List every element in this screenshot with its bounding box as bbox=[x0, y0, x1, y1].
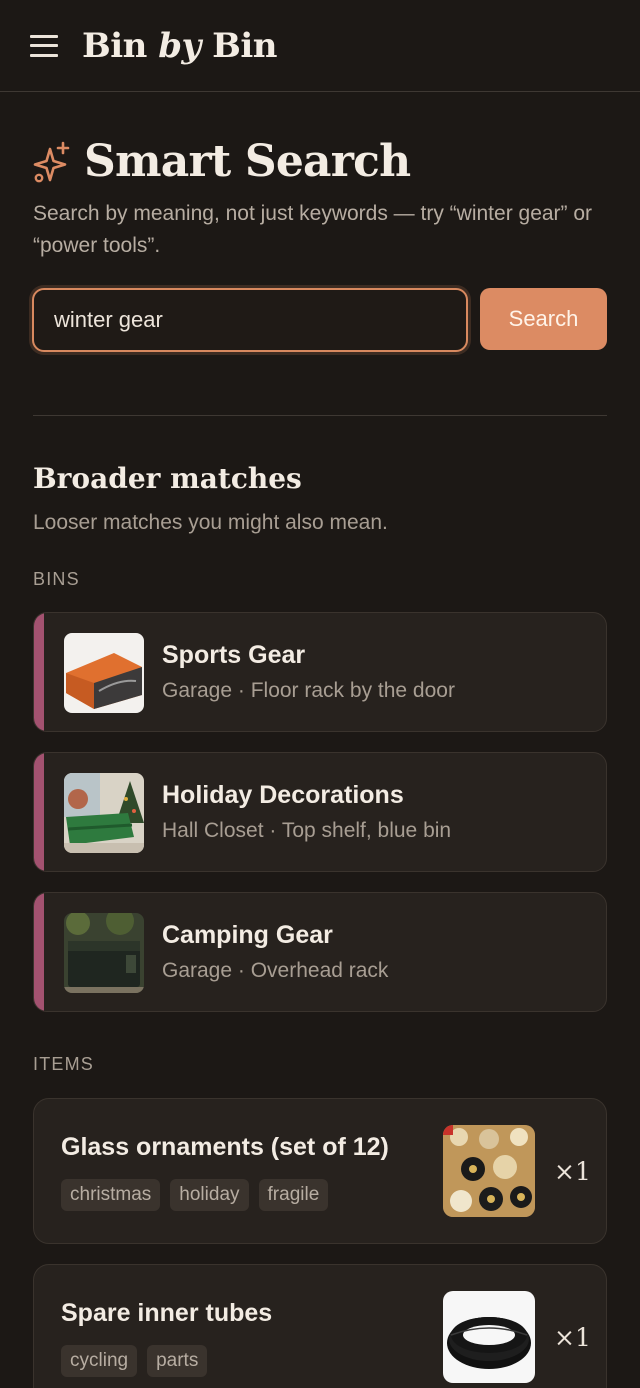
bin-accent-stripe bbox=[34, 613, 44, 731]
tag[interactable]: parts bbox=[147, 1345, 208, 1377]
bin-accent-stripe bbox=[34, 753, 44, 871]
items-label: ITEMS bbox=[33, 1054, 95, 1074]
item-card[interactable]: Spare inner tubes cycling parts ×1 bbox=[33, 1264, 607, 1388]
bin-location: Hall Closet · Top shelf, blue bin bbox=[162, 819, 452, 842]
bin-name: Sports Gear bbox=[162, 641, 306, 669]
bin-card[interactable]: Camping Gear Garage · Overhead rack bbox=[33, 892, 607, 1012]
tag[interactable]: cycling bbox=[61, 1345, 138, 1377]
bin-location: Garage · Floor rack by the door bbox=[162, 679, 455, 702]
bin-name: Camping Gear bbox=[162, 921, 333, 949]
item-quantity: ×1 bbox=[554, 1323, 591, 1352]
brand-logo[interactable]: Bin by Bin bbox=[82, 26, 277, 66]
tag[interactable]: fragile bbox=[258, 1179, 329, 1211]
item-name: Spare inner tubes bbox=[61, 1299, 273, 1327]
search-input[interactable] bbox=[32, 288, 468, 352]
page-title: Smart Search bbox=[84, 136, 411, 187]
top-bar: Bin by Bin bbox=[0, 0, 640, 92]
item-quantity: ×1 bbox=[554, 1157, 591, 1186]
bin-name: Holiday Decorations bbox=[162, 781, 404, 809]
hamburger-icon[interactable] bbox=[30, 34, 58, 57]
bin-card[interactable]: Sports Gear Garage · Floor rack by the d… bbox=[33, 612, 607, 732]
sparkle-icon bbox=[33, 141, 70, 182]
tag-list: cycling parts bbox=[61, 1345, 208, 1377]
item-card[interactable]: Glass ornaments (set of 12) christmas ho… bbox=[33, 1098, 607, 1244]
tag[interactable]: christmas bbox=[61, 1179, 161, 1211]
item-thumbnail bbox=[443, 1125, 535, 1217]
bin-thumbnail bbox=[64, 773, 144, 853]
item-name: Glass ornaments (set of 12) bbox=[61, 1133, 389, 1161]
bin-location: Garage · Overhead rack bbox=[162, 959, 389, 982]
bin-thumbnail bbox=[64, 633, 144, 713]
divider bbox=[33, 415, 607, 416]
item-thumbnail bbox=[443, 1291, 535, 1383]
tag[interactable]: holiday bbox=[170, 1179, 249, 1211]
bin-card[interactable]: Holiday Decorations Hall Closet · Top sh… bbox=[33, 752, 607, 872]
tag-list: christmas holiday fragile bbox=[61, 1179, 329, 1211]
bin-thumbnail bbox=[64, 913, 144, 993]
search-button[interactable]: Search bbox=[480, 288, 607, 350]
broader-matches-subtitle: Looser matches you might also mean. bbox=[33, 511, 388, 534]
page-title-row: Smart Search bbox=[32, 136, 411, 187]
bins-label: BINS bbox=[33, 569, 80, 589]
page-subtitle: Search by meaning, not just keywords — t… bbox=[33, 202, 593, 257]
bin-accent-stripe bbox=[34, 893, 44, 1011]
broader-matches-heading: Broader matches bbox=[33, 462, 302, 495]
